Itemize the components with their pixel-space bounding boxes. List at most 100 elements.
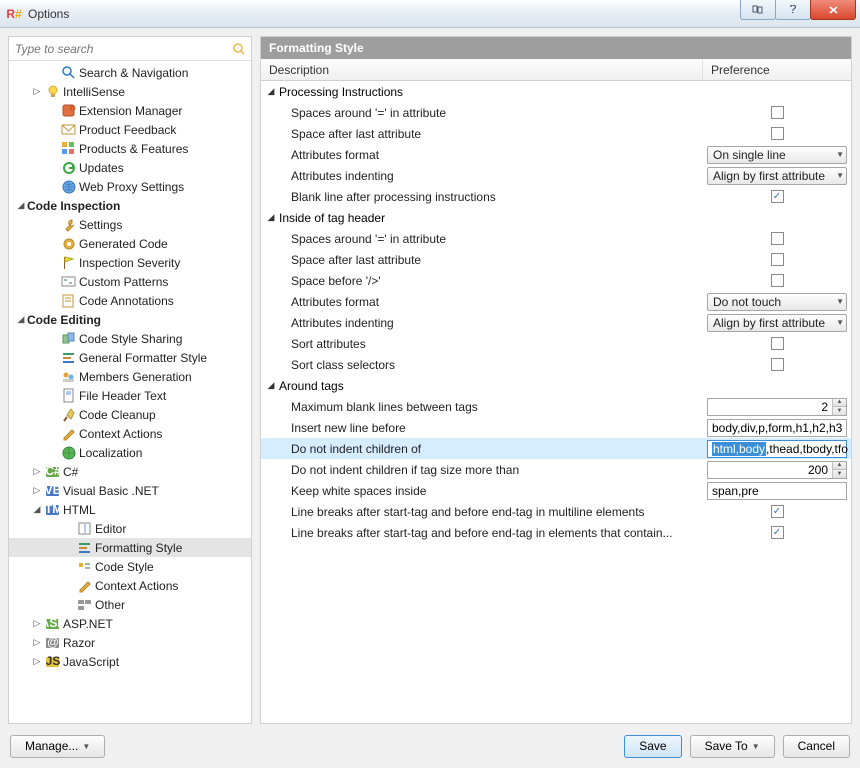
other-icon (76, 597, 92, 613)
collapse-arrow-icon[interactable]: ◢ (15, 314, 27, 325)
column-preference[interactable]: Preference (703, 59, 851, 80)
expand-arrow-icon[interactable]: ▷ (31, 86, 43, 97)
tree-item-label: Code Inspection (27, 199, 120, 213)
spinner-buttons[interactable]: ▲▼ (832, 399, 846, 415)
tree-item[interactable]: ▷ASPASP.NET (9, 614, 251, 633)
text-input[interactable]: html,body,thead,tbody,tfo (707, 440, 847, 458)
checkbox[interactable] (771, 232, 784, 245)
broom-icon (60, 407, 76, 423)
settings-item: Do not indent children if tag size more … (261, 459, 851, 480)
tree-item[interactable]: ▷Updates (9, 158, 251, 177)
tree-item[interactable]: ▷Search & Navigation (9, 63, 251, 82)
tree-item[interactable]: ▷@Razor (9, 633, 251, 652)
settings-item: Attributes formatDo not touch▼ (261, 291, 851, 312)
number-input[interactable]: 2▲▼ (707, 398, 847, 416)
spinner-down-icon[interactable]: ▼ (833, 407, 846, 415)
collapse-arrow-icon[interactable]: ◢ (265, 86, 277, 97)
tree-item[interactable]: ▷JSJavaScript (9, 652, 251, 671)
spinner-buttons[interactable]: ▲▼ (832, 462, 846, 478)
close-button[interactable] (810, 0, 856, 20)
pencil-icon (76, 578, 92, 594)
checkbox[interactable]: ✓ (771, 190, 784, 203)
tree-item[interactable]: ▷Editor (9, 519, 251, 538)
tree-item[interactable]: ▷Code Cleanup (9, 405, 251, 424)
tree-item[interactable]: ▷Custom Patterns (9, 272, 251, 291)
tree-item[interactable]: ▷Other (9, 595, 251, 614)
tree-item[interactable]: ▷Inspection Severity (9, 253, 251, 272)
checkbox[interactable] (771, 274, 784, 287)
tree-item[interactable]: ▷Localization (9, 443, 251, 462)
tree-item[interactable]: ▷IntelliSense (9, 82, 251, 101)
expand-arrow-icon[interactable]: ▷ (31, 618, 43, 629)
tree-item[interactable]: ◢Code Editing (9, 310, 251, 329)
settings-group[interactable]: ◢Processing Instructions (261, 81, 851, 102)
tree-item[interactable]: ▷VBVisual Basic .NET (9, 481, 251, 500)
tree-item[interactable]: ▷C#C# (9, 462, 251, 481)
checkbox[interactable] (771, 358, 784, 371)
item-label: Space after last attribute (291, 253, 421, 267)
search-icon[interactable] (231, 41, 247, 57)
save-button[interactable]: Save (624, 735, 681, 758)
tree-item[interactable]: ▷Code Style (9, 557, 251, 576)
tree-item[interactable]: ◢Code Inspection (9, 196, 251, 215)
save-to-button[interactable]: Save To ▼ (690, 735, 775, 758)
collapse-arrow-icon[interactable]: ◢ (31, 504, 43, 515)
column-description[interactable]: Description (261, 59, 703, 80)
number-input[interactable]: 200▲▼ (707, 461, 847, 479)
checkbox[interactable] (771, 106, 784, 119)
tree-item[interactable]: ▷Extension Manager (9, 101, 251, 120)
arrow-placeholder: ▷ (47, 390, 59, 401)
tree-item[interactable]: ▷Context Actions (9, 424, 251, 443)
expand-arrow-icon[interactable]: ▷ (31, 485, 43, 496)
tree-item[interactable]: ▷Code Style Sharing (9, 329, 251, 348)
options-tree[interactable]: ▷Search & Navigation▷IntelliSense▷Extens… (9, 61, 251, 723)
settings-group[interactable]: ◢Around tags (261, 375, 851, 396)
checkbox[interactable] (771, 337, 784, 350)
tree-item[interactable]: ▷Formatting Style (9, 538, 251, 557)
manage-button[interactable]: Manage... ▼ (10, 735, 105, 758)
tree-item[interactable]: ▷Code Annotations (9, 291, 251, 310)
search-input[interactable] (9, 37, 251, 60)
title-bar: R# Options ? (0, 0, 860, 28)
window-buttons: ? (741, 0, 860, 27)
spinner-down-icon[interactable]: ▼ (833, 470, 846, 478)
settings-grid[interactable]: ◢Processing InstructionsSpaces around '=… (261, 81, 851, 723)
window-extra-button[interactable] (740, 0, 776, 20)
settings-group[interactable]: ◢Inside of tag header (261, 207, 851, 228)
text-input-value: span,pre (712, 484, 759, 498)
item-label: Do not indent children of (291, 442, 421, 456)
collapse-arrow-icon[interactable]: ◢ (15, 200, 27, 211)
tree-item[interactable]: ▷Settings (9, 215, 251, 234)
text-input[interactable]: body,div,p,form,h1,h2,h3 (707, 419, 847, 437)
checkbox[interactable]: ✓ (771, 526, 784, 539)
collapse-arrow-icon[interactable]: ◢ (265, 380, 277, 391)
tree-item[interactable]: ◢HTMLHTML (9, 500, 251, 519)
combo-box[interactable]: On single line▼ (707, 146, 847, 164)
tree-item[interactable]: ▷Context Actions (9, 576, 251, 595)
flag-icon (60, 255, 76, 271)
tree-item[interactable]: ▷Generated Code (9, 234, 251, 253)
cancel-button[interactable]: Cancel (783, 735, 850, 758)
tree-item[interactable]: ▷File Header Text (9, 386, 251, 405)
tree-item-label: Settings (79, 218, 122, 232)
spinner-up-icon[interactable]: ▲ (833, 462, 846, 471)
checkbox[interactable] (771, 253, 784, 266)
combo-box[interactable]: Align by first attribute▼ (707, 314, 847, 332)
checkbox[interactable]: ✓ (771, 505, 784, 518)
expand-arrow-icon[interactable]: ▷ (31, 656, 43, 667)
checkbox[interactable] (771, 127, 784, 140)
tree-item[interactable]: ▷Products & Features (9, 139, 251, 158)
tree-item[interactable]: ▷Members Generation (9, 367, 251, 386)
combo-box[interactable]: Do not touch▼ (707, 293, 847, 311)
expand-arrow-icon[interactable]: ▷ (31, 466, 43, 477)
text-input[interactable]: span,pre (707, 482, 847, 500)
tree-item[interactable]: ▷General Formatter Style (9, 348, 251, 367)
combo-box[interactable]: Align by first attribute▼ (707, 167, 847, 185)
tree-item-label: Context Actions (79, 427, 162, 441)
expand-arrow-icon[interactable]: ▷ (31, 637, 43, 648)
help-button[interactable]: ? (775, 0, 811, 20)
collapse-arrow-icon[interactable]: ◢ (265, 212, 277, 223)
tree-item[interactable]: ▷Product Feedback (9, 120, 251, 139)
spinner-up-icon[interactable]: ▲ (833, 399, 846, 408)
tree-item[interactable]: ▷Web Proxy Settings (9, 177, 251, 196)
